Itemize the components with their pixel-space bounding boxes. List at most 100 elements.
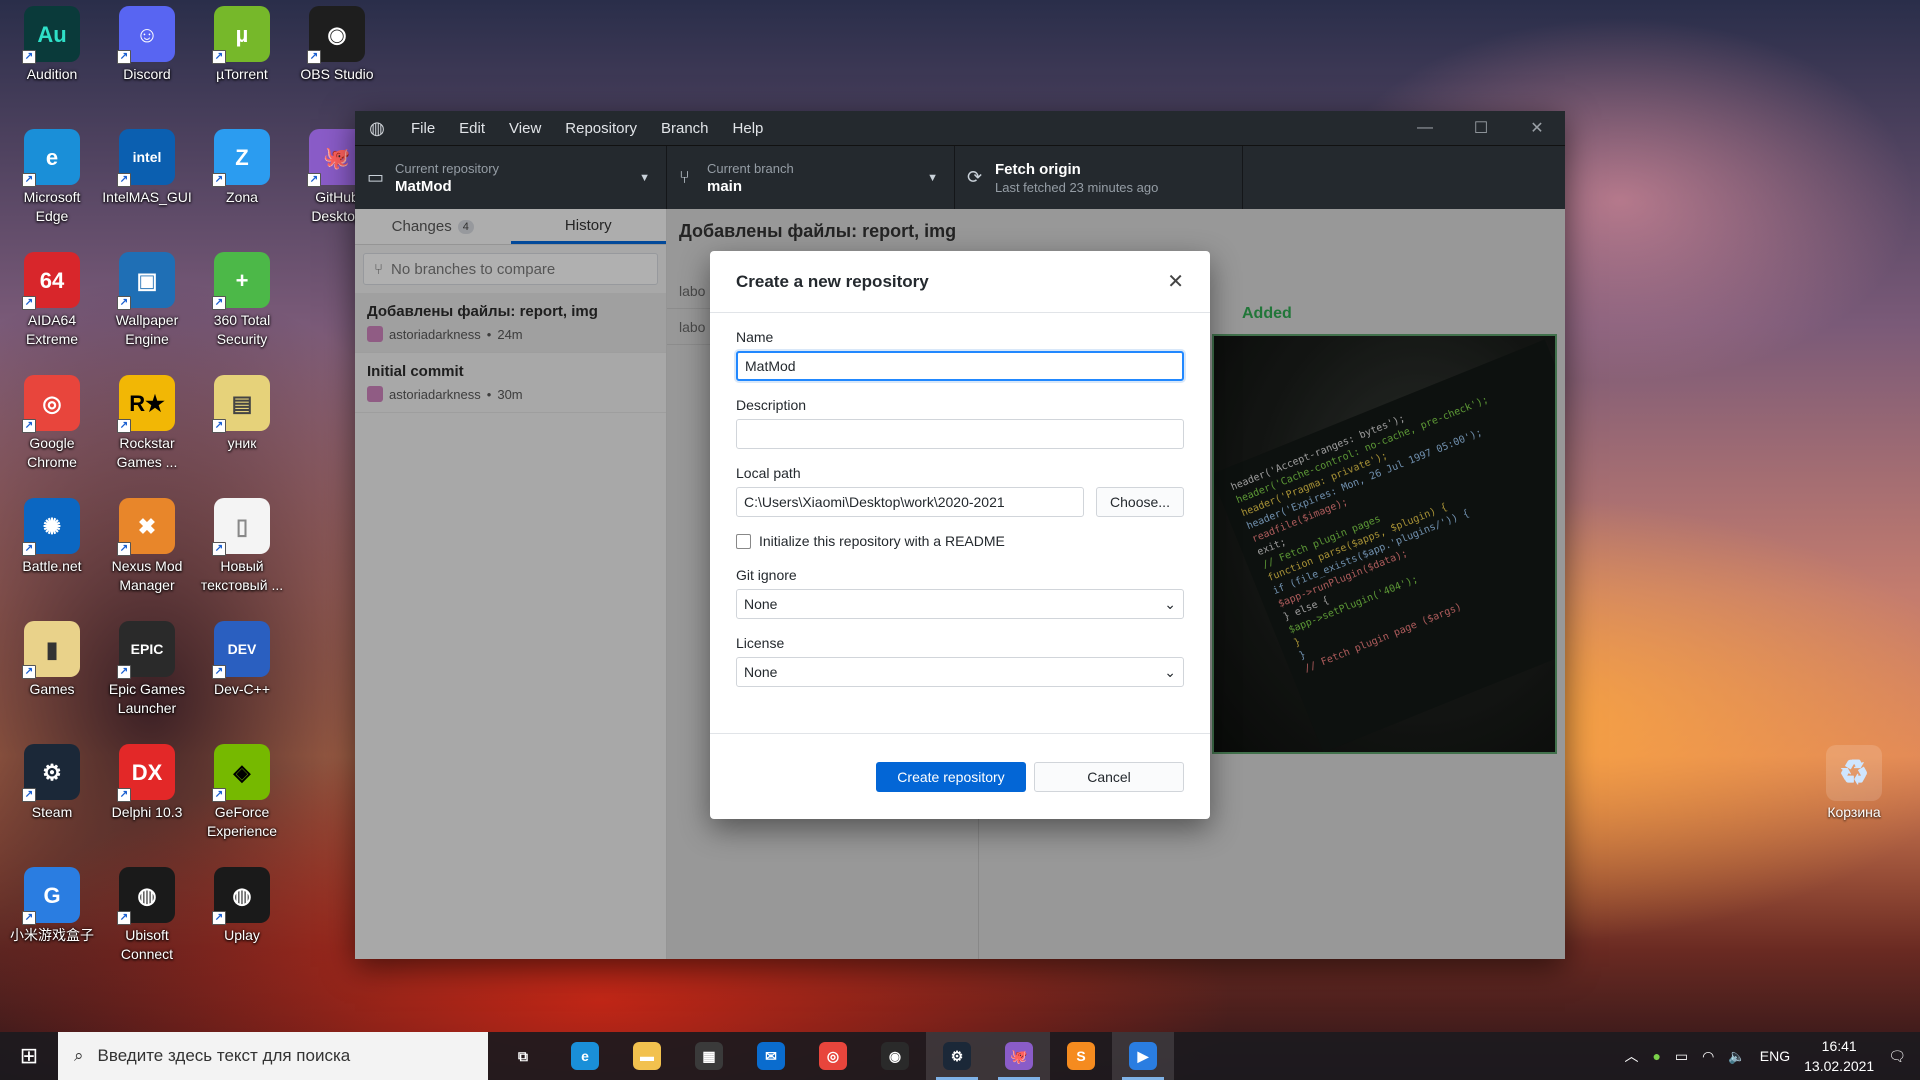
shortcut-arrow-icon: ↗ <box>117 542 131 556</box>
fetch-origin-title: Fetch origin <box>995 160 1081 178</box>
desktop-shortcut[interactable]: µ ↗ µTorrent <box>198 6 286 84</box>
desktop-shortcut[interactable]: Z ↗ Zona <box>198 129 286 207</box>
fetch-origin-button[interactable]: ⟳ Fetch origin Last fetched 23 minutes a… <box>955 146 1243 209</box>
taskbar-search-input[interactable]: ⌕ Введите здесь текст для поиска <box>58 1032 488 1080</box>
menu-repository[interactable]: Repository <box>553 111 649 145</box>
create-repository-button[interactable]: Create repository <box>876 761 1026 792</box>
shortcut-arrow-icon: ↗ <box>22 911 36 925</box>
shortcut-arrow-icon: ↗ <box>307 50 321 64</box>
battery-icon[interactable]: ▭ <box>1675 1048 1688 1065</box>
recycle-bin-label: Корзина <box>1827 804 1881 820</box>
taskbar-task-view-button[interactable]: ⧉ <box>492 1032 554 1080</box>
current-repository-button[interactable]: ▭ Current repository MatMod ▼ <box>355 146 667 209</box>
current-branch-button[interactable]: ⑂ Current branch main ▼ <box>667 146 955 209</box>
shortcut-arrow-icon: ↗ <box>22 296 36 310</box>
clock[interactable]: 16:41 13.02.2021 <box>1804 1036 1874 1076</box>
language-indicator[interactable]: ENG <box>1760 1048 1790 1064</box>
name-field[interactable]: MatMod <box>736 351 1184 381</box>
taskbar-github-desktop-button[interactable]: 🐙 <box>988 1032 1050 1080</box>
fetch-origin-subtitle: Last fetched 23 minutes ago <box>995 179 1159 195</box>
taskbar-file-explorer-button[interactable]: ▬ <box>616 1032 678 1080</box>
desktop-shortcut[interactable]: DX ↗ Delphi 10.3 <box>103 744 191 822</box>
security-icon[interactable]: ● <box>1652 1048 1660 1064</box>
shortcut-arrow-icon: ↗ <box>117 788 131 802</box>
title-bar: ◍ File Edit View Repository Branch Help … <box>355 111 1565 145</box>
app-icon: e ↗ <box>22 129 80 187</box>
sublime-text-icon: S <box>1067 1042 1095 1070</box>
menu-edit[interactable]: Edit <box>447 111 497 145</box>
taskbar-microsoft-store-button[interactable]: ▦ <box>678 1032 740 1080</box>
menu-help[interactable]: Help <box>721 111 776 145</box>
desktop-shortcut[interactable]: intel ↗ IntelMAS_GUI <box>102 129 192 207</box>
desktop-shortcut[interactable]: ▯ ↗ Новый текстовый ... <box>198 498 286 595</box>
taskbar-mail-button[interactable]: ✉ <box>740 1032 802 1080</box>
create-repository-dialog: Create a new repository ✕ Name MatMod De… <box>710 251 1210 819</box>
taskbar-sublime-text-button[interactable]: S <box>1050 1032 1112 1080</box>
desktop-shortcut-label: GeForce Experience <box>206 804 278 839</box>
gitignore-select[interactable]: None ⌄ <box>736 589 1184 619</box>
desktop-shortcut[interactable]: ▣ ↗ Wallpaper Engine <box>103 252 191 349</box>
desktop-shortcut[interactable]: e ↗ Microsoft Edge <box>8 129 96 226</box>
desktop-shortcut[interactable]: ◍ ↗ Uplay <box>198 867 286 945</box>
maximize-button[interactable]: ☐ <box>1453 111 1509 145</box>
chevron-up-icon[interactable]: ︿ <box>1624 1046 1638 1066</box>
desktop-shortcut[interactable]: ◈ ↗ GeForce Experience <box>198 744 286 841</box>
desktop-shortcut[interactable]: ◎ ↗ Google Chrome <box>8 375 96 472</box>
recycle-bin[interactable]: ♻ Корзина <box>1810 745 1898 820</box>
close-window-button[interactable]: ✕ <box>1509 111 1565 145</box>
description-field[interactable] <box>736 419 1184 449</box>
minimize-button[interactable]: — <box>1397 111 1453 145</box>
desktop-shortcut[interactable]: + ↗ 360 Total Security <box>198 252 286 349</box>
shortcut-arrow-icon: ↗ <box>117 911 131 925</box>
current-branch-caption: Current branch <box>707 160 794 176</box>
choose-button[interactable]: Choose... <box>1096 487 1184 517</box>
desktop-shortcut[interactable]: G ↗ 小米游戏盒子 <box>8 867 96 945</box>
taskbar-obs-button[interactable]: ◉ <box>864 1032 926 1080</box>
chevron-down-icon: ▼ <box>639 172 650 184</box>
search-icon: ⌕ <box>74 1046 84 1065</box>
shortcut-arrow-icon: ↗ <box>22 173 36 187</box>
desktop-shortcut[interactable]: R★ ↗ Rockstar Games ... <box>103 375 191 472</box>
system-tray: ︿ ● ▭ ◠ 🔈 ENG 16:41 13.02.2021 🗨 <box>1624 1036 1920 1076</box>
desktop-shortcut[interactable]: ◍ ↗ Ubisoft Connect <box>103 867 191 964</box>
close-icon[interactable]: ✕ <box>1167 269 1184 294</box>
desktop-shortcut[interactable]: ⚙ ↗ Steam <box>8 744 96 822</box>
menu-view[interactable]: View <box>497 111 553 145</box>
taskbar-chrome-button[interactable]: ◎ <box>802 1032 864 1080</box>
desktop-shortcut[interactable]: ▮ ↗ Games <box>8 621 96 699</box>
taskbar: ⊞ ⌕ Введите здесь текст для поиска ⧉ e ▬ ▦ ✉… <box>0 1032 1920 1080</box>
desktop-shortcut[interactable]: Au ↗ Audition <box>8 6 96 84</box>
license-select[interactable]: None ⌄ <box>736 657 1184 687</box>
shortcut-arrow-icon: ↗ <box>117 173 131 187</box>
wifi-icon[interactable]: ◠ <box>1702 1048 1714 1065</box>
desktop-shortcut[interactable]: ▤ ↗ уник <box>198 375 286 453</box>
taskbar-edge-button[interactable]: e <box>554 1032 616 1080</box>
volume-icon[interactable]: 🔈 <box>1728 1048 1745 1065</box>
app-icon: DEV ↗ <box>212 621 270 679</box>
desktop-shortcut[interactable]: EPIC ↗ Epic Games Launcher <box>103 621 191 718</box>
shortcut-arrow-icon: ↗ <box>212 911 226 925</box>
menu-branch[interactable]: Branch <box>649 111 721 145</box>
desktop-shortcut[interactable]: ✺ ↗ Battle.net <box>8 498 96 576</box>
description-label: Description <box>736 397 807 413</box>
cancel-button[interactable]: Cancel <box>1034 761 1184 792</box>
taskbar-video-app-button[interactable]: ▶ <box>1112 1032 1174 1080</box>
desktop-shortcut[interactable]: ◉ ↗ OBS Studio <box>293 6 381 84</box>
desktop-shortcut-label: Steam <box>31 804 73 820</box>
desktop-shortcut[interactable]: ☺ ↗ Discord <box>103 6 191 84</box>
notifications-icon[interactable]: 🗨 <box>1888 1048 1906 1065</box>
readme-checkbox[interactable] <box>736 533 751 549</box>
app-icon: ◍ ↗ <box>117 867 175 925</box>
app-icon: 64 ↗ <box>22 252 80 310</box>
shortcut-arrow-icon: ↗ <box>22 419 36 433</box>
desktop-shortcut[interactable]: DEV ↗ Dev-C++ <box>198 621 286 699</box>
desktop-shortcut[interactable]: 64 ↗ AIDA64 Extreme <box>8 252 96 349</box>
app-icon: ▣ ↗ <box>117 252 175 310</box>
taskbar-steam-button[interactable]: ⚙ <box>926 1032 988 1080</box>
local-path-field[interactable]: C:\Users\Xiaomi\Desktop\work\2020-2021 <box>736 487 1084 517</box>
windows-start-icon[interactable]: ⊞ <box>0 1032 58 1080</box>
license-label: License <box>736 635 785 651</box>
desktop-shortcut[interactable]: ✖ ↗ Nexus Mod Manager <box>103 498 191 595</box>
desktop-shortcut-label: Dev-C++ <box>213 681 271 697</box>
menu-file[interactable]: File <box>399 111 447 145</box>
